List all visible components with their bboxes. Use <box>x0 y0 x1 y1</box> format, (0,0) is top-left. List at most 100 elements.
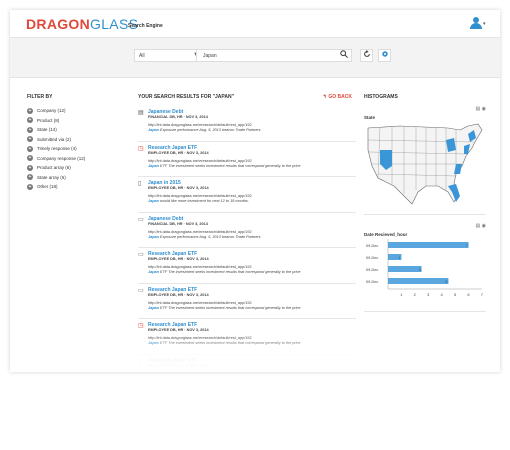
result-meta: FINANCIAL DB, HR · NOV 3, 2014 <box>148 115 208 119</box>
plus-icon: + <box>27 136 33 143</box>
back-arrow-icon: ↰ <box>322 94 327 100</box>
plus-icon: + <box>27 155 33 162</box>
category-label: 09-Dec <box>366 280 378 284</box>
result-snippet: Japan Exposure performance Aug. 5, 2013 … <box>148 235 356 240</box>
logo-part1: DRAGON <box>26 16 91 32</box>
filter-item-label: Product (8) <box>37 117 60 123</box>
result-snippet-text: ETF The investment seeks investment resu… <box>158 270 301 274</box>
user-menu-button[interactable]: ▾ <box>470 17 486 31</box>
eye-icon[interactable]: ◉ <box>482 223 486 229</box>
result-meta: EMPLOYEE DB, HR · NOV 3, 2014 <box>148 186 209 190</box>
result-keyword: Japan <box>148 270 159 274</box>
bar-data-label: 7 <box>466 244 468 248</box>
panel-divider <box>364 214 486 215</box>
gear-icon <box>381 51 388 57</box>
window-icon: ▭ <box>138 287 144 294</box>
filter-item-label: Company (12) <box>37 108 66 114</box>
plus-icon: + <box>27 126 33 133</box>
bar[interactable] <box>388 242 469 248</box>
document-icon[interactable]: ▤ <box>476 106 481 112</box>
filter-item[interactable]: + Company response (12) <box>27 154 127 164</box>
filter-item[interactable]: + Submitted via (2) <box>27 135 127 145</box>
result-keyword: Japan <box>148 234 159 239</box>
filter-item[interactable]: + Timely response (4) <box>27 144 127 154</box>
chevron-down-icon: ▾ <box>483 21 486 27</box>
result-item[interactable]: ▤ Japanese Debt FINANCIAL DB, HR · NOV 3, … <box>138 106 356 142</box>
us-state-map[interactable] <box>364 120 486 208</box>
date-received-bar-chart[interactable]: 09-Dec 7 09-Dec 1 09-Dec 3 09-Dec 5 1 2 3 4 5 6 7 <box>364 235 486 307</box>
filter-item[interactable]: + Other (18) <box>27 182 127 192</box>
results-list: ▤ Japanese Debt FINANCIAL DB, HR · NOV 3, … <box>138 106 356 372</box>
x-tick-label: 2 <box>414 292 417 297</box>
go-back-link[interactable]: ↰ GO BACK <box>323 94 352 100</box>
x-tick-label: 1 <box>400 292 403 297</box>
result-meta: EMPLOYEE DB, HR · NOV 3, 2014 <box>148 257 209 261</box>
eye-icon[interactable]: ◉ <box>482 106 486 112</box>
document-icon[interactable]: ▤ <box>476 223 481 229</box>
logo[interactable]: DRAGONGLASS <box>26 16 138 32</box>
panel-divider <box>364 311 486 312</box>
plus-icon: + <box>27 164 33 171</box>
result-keyword: Japan <box>148 128 159 132</box>
plus-icon: + <box>27 117 33 124</box>
result-meta: FINANCIAL DB, HR · NOV 3, 2014 <box>148 221 208 226</box>
filter-item[interactable]: + Product (8) <box>27 116 127 126</box>
search-input[interactable]: Japan <box>196 49 352 62</box>
filter-item-label: Company response (12) <box>37 155 86 161</box>
result-item[interactable]: ▭ Japanese Debt FINANCIAL DB, HR · NOV 3, … <box>138 213 356 248</box>
filter-item[interactable]: + State array (6) <box>27 173 127 183</box>
refresh-button[interactable] <box>360 49 373 62</box>
map-panel-header: State ▤ ◉ <box>364 106 490 124</box>
category-label: 09-Dec <box>366 256 378 260</box>
filter-item-label: Timely response (4) <box>37 146 77 152</box>
filter-item-label: State array (6) <box>37 174 66 180</box>
result-meta: EMPLOYEE DB, HR · NOV 3, 2014 <box>148 292 209 297</box>
filter-panel: FILTER BY + Company (12) + Product (8) + St… <box>27 94 127 192</box>
filter-item[interactable]: + Company (12) <box>27 106 127 116</box>
x-tick-label: 3 <box>427 292 430 297</box>
result-snippet-text: ETF The investment seeks investment resu… <box>158 163 301 168</box>
filter-item[interactable]: + State (14) <box>27 125 127 135</box>
bar-panel-header: Date Recieved_hour ▤ ◉ <box>364 223 490 237</box>
x-tick-label: 6 <box>467 292 470 297</box>
bar-panel-icons: ▤ ◉ <box>476 223 487 229</box>
result-item[interactable]: ▭ Research Japan ETF EMPLOYEE DB, HR · NOV… <box>138 248 356 284</box>
result-keyword: Japan <box>148 305 159 310</box>
results-fade-overlay <box>138 336 356 372</box>
pdf-icon: ◳ <box>138 323 144 329</box>
result-keyword: Japan <box>148 163 159 168</box>
result-snippet: Japan ETF The investment seeks investmen… <box>148 164 356 169</box>
bar-panel-title: Date Recieved_hour <box>364 232 408 237</box>
window-icon: ▭ <box>138 252 144 258</box>
app-window: DRAGONGLASS Search Engine ▾ All ▼ Japan … <box>10 10 500 372</box>
filter-item-label: Product array (6) <box>37 165 71 171</box>
refresh-icon <box>363 50 370 57</box>
x-tick-label: 4 <box>441 292 444 297</box>
plus-icon: + <box>27 183 33 190</box>
bar[interactable] <box>388 266 422 272</box>
search-bar: All ▼ Japan <box>10 38 500 78</box>
x-tick-label: 7 <box>481 292 484 297</box>
bar[interactable] <box>388 278 449 284</box>
result-item[interactable]: ◳ Research Japan ETF EMPLOYEE DB, HR · NOV… <box>138 142 356 177</box>
scope-select[interactable]: All ▼ <box>134 49 204 62</box>
result-snippet: Japan ETF The investment seeks investmen… <box>148 270 356 275</box>
file-icon: ▯ <box>138 181 142 187</box>
document-icon: ▤ <box>138 110 144 116</box>
top-bar: DRAGONGLASS Search Engine ▾ <box>10 10 500 38</box>
scope-select-value: All <box>139 53 145 59</box>
result-item[interactable]: ▭ Research Japan ETF EMPLOYEE DB, HR · NOV… <box>138 284 356 319</box>
bar-data-label: 1 <box>398 256 400 260</box>
result-item[interactable]: ▯ Japan in 2015 EMPLOYEE DB, HR · NOV 3, 2… <box>138 177 356 213</box>
histograms-title: HISTOGRAMS <box>364 94 398 100</box>
magnifier-icon <box>340 50 348 58</box>
settings-button[interactable] <box>378 49 391 62</box>
result-snippet: Japan would like more investment for nex… <box>148 199 356 204</box>
filter-item-label: Submitted via (2) <box>37 136 72 142</box>
result-keyword: Japan <box>148 199 159 203</box>
filter-item[interactable]: + Product array (6) <box>27 163 127 173</box>
plus-icon: + <box>27 107 33 114</box>
search-button[interactable] <box>338 50 350 61</box>
result-meta: EMPLOYEE DB, HR · NOV 3, 2014 <box>148 150 209 155</box>
bar-data-label: 5 <box>445 280 447 284</box>
